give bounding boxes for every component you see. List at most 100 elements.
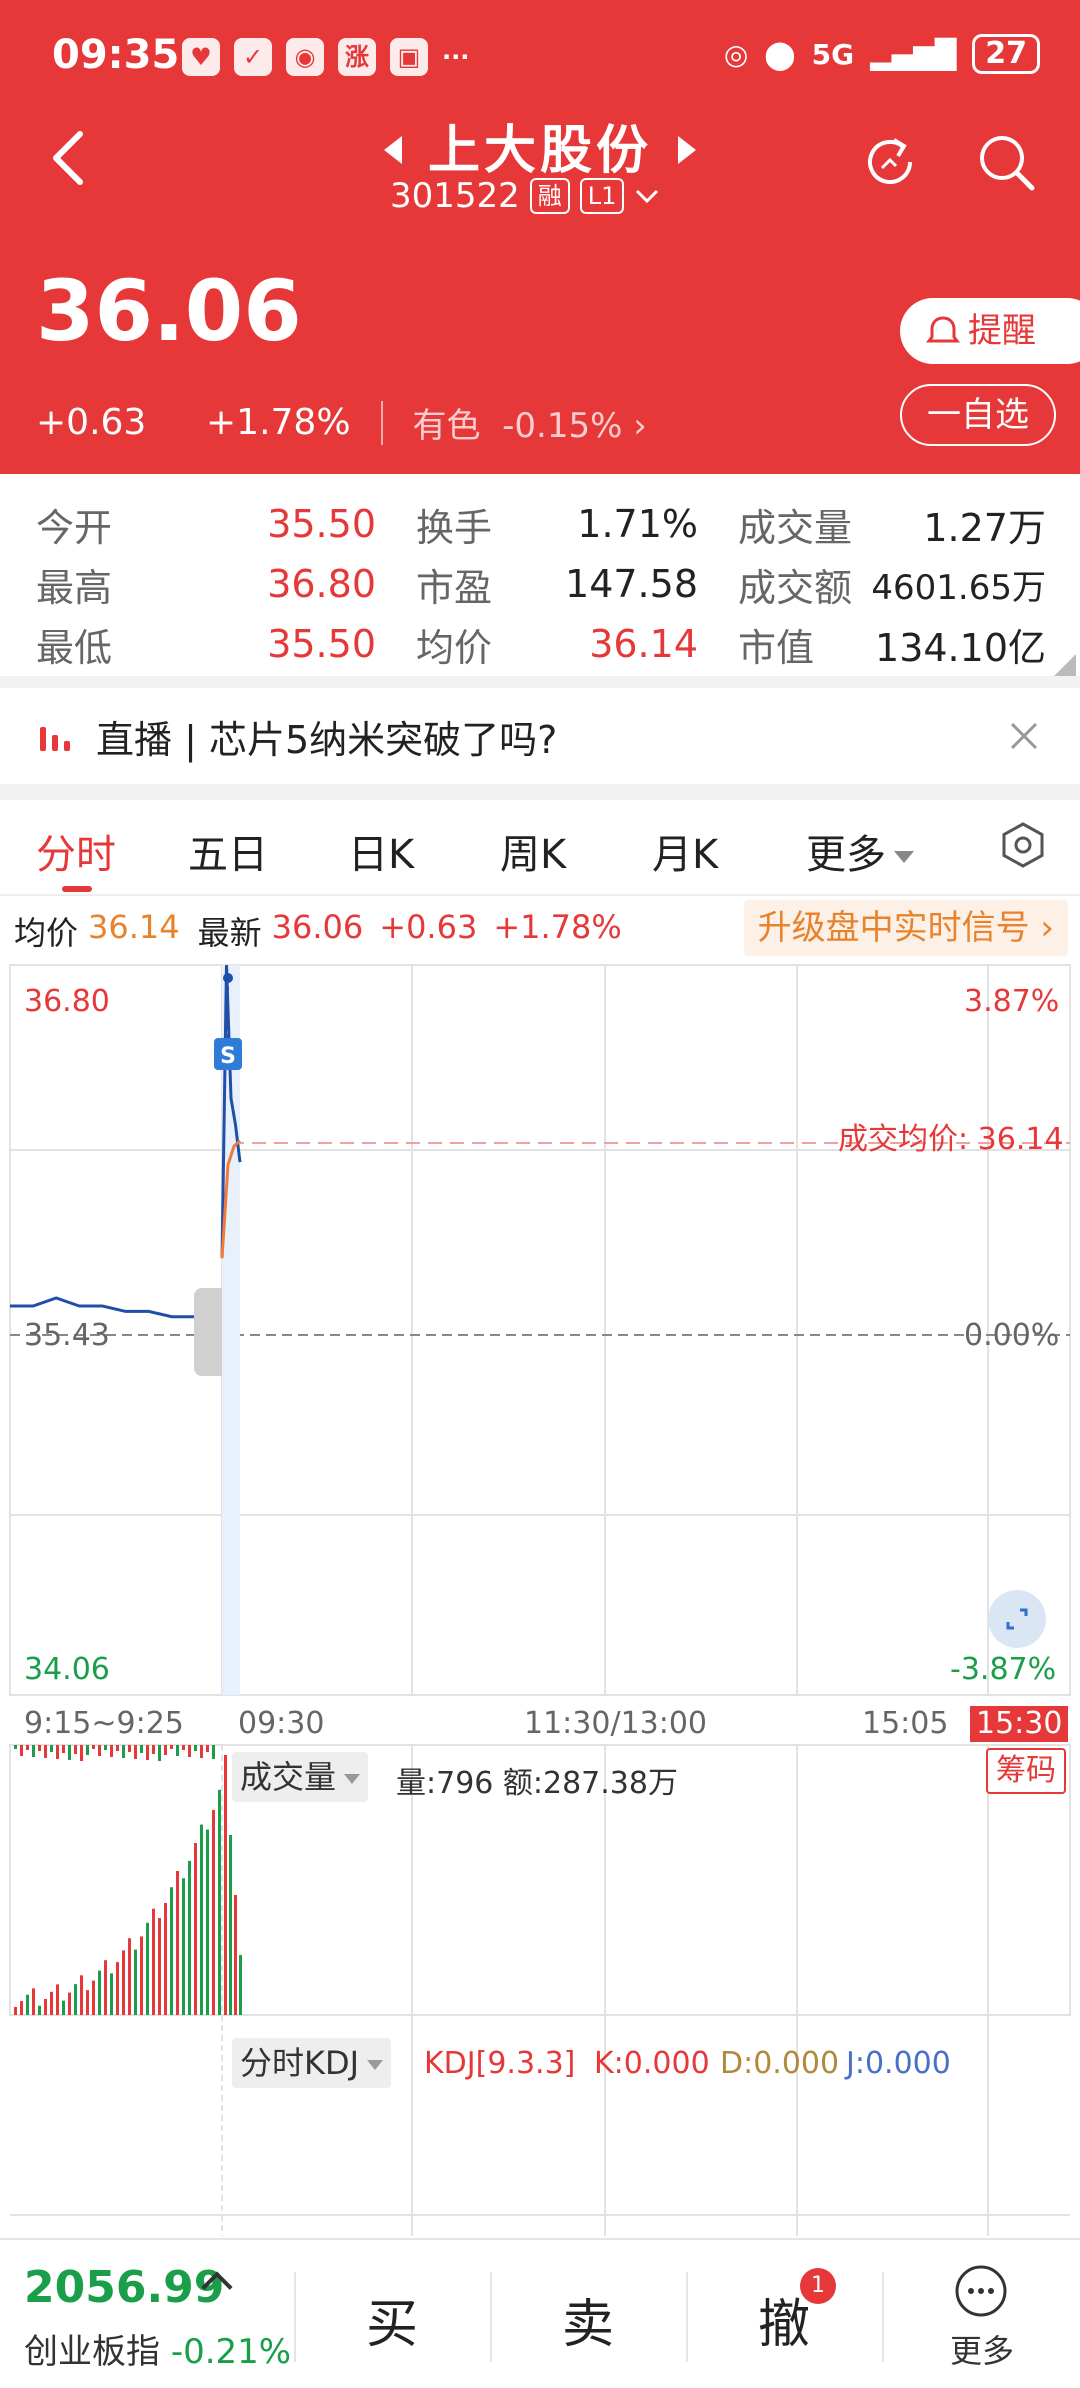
expand-stats-icon[interactable] bbox=[1054, 654, 1076, 676]
buy-button[interactable]: 买 bbox=[366, 2282, 418, 2357]
location-icon: ⬤ bbox=[764, 37, 796, 71]
divider bbox=[490, 2272, 492, 2362]
auction-bar bbox=[104, 1745, 107, 1750]
volume-bar bbox=[20, 2000, 23, 2015]
stats-row: 今开 35.50 换手 1.71% 成交量 1.27万 bbox=[36, 494, 1046, 554]
auction-bar bbox=[134, 1745, 137, 1759]
back-icon[interactable] bbox=[48, 128, 88, 188]
app-notification-icon: ✓ bbox=[234, 38, 272, 76]
volume-bar bbox=[218, 1789, 221, 2015]
margin-tag: 融 bbox=[529, 178, 570, 214]
network-label: 5G bbox=[811, 37, 855, 71]
search-icon[interactable] bbox=[974, 130, 1038, 194]
sell-button[interactable]: 卖 bbox=[562, 2282, 614, 2357]
pct-min-label: -3.87% bbox=[950, 1652, 1057, 1687]
volume-bars bbox=[14, 1745, 242, 2015]
tab-weekly-k[interactable]: 周K bbox=[500, 822, 566, 880]
auction-bar bbox=[14, 1745, 17, 1749]
auction-bar bbox=[74, 1745, 77, 1754]
preopen-price-line bbox=[10, 1296, 219, 1319]
time-label-1505: 15:05 bbox=[862, 1706, 949, 1741]
volume-indicator-select[interactable]: 成交量 bbox=[232, 1752, 369, 1802]
auction-bar bbox=[80, 1745, 83, 1761]
volume-bar bbox=[74, 1984, 77, 2015]
refresh-icon[interactable] bbox=[858, 130, 922, 194]
stat-value: 1.27万 bbox=[923, 505, 1046, 550]
volume-bar bbox=[134, 1949, 137, 2015]
more-label[interactable]: 更多 bbox=[950, 2326, 1014, 2372]
volume-bar bbox=[224, 1755, 227, 2015]
close-icon[interactable] bbox=[1004, 716, 1044, 756]
price-chart-frame bbox=[9, 964, 1071, 1696]
volume-bar bbox=[98, 1970, 101, 2015]
watchlist-button[interactable]: 一自选 bbox=[900, 384, 1056, 446]
volume-bar bbox=[116, 1962, 119, 2015]
volume-bar bbox=[234, 1895, 237, 2015]
kdj-params: KDJ[9.3.3] bbox=[424, 2046, 576, 2081]
stat-label: 换手 bbox=[416, 505, 493, 550]
volume-bar bbox=[146, 1922, 149, 2015]
volume-bar bbox=[38, 2005, 41, 2015]
next-stock-icon[interactable] bbox=[678, 136, 696, 164]
avg-value: 36.14 bbox=[88, 908, 180, 946]
current-price: 36.06 bbox=[36, 262, 302, 360]
volume-bar bbox=[194, 1843, 197, 2015]
volume-bar bbox=[92, 1980, 95, 2015]
chevron-down-icon bbox=[636, 189, 659, 204]
status-bar: 09:35 ♥ ✓ ◉ 涨 ▣ ··· ◎ ⬤ 5G ▂▄▆█ 27 bbox=[52, 28, 1040, 88]
auction-bar bbox=[56, 1745, 59, 1759]
caret-down-icon bbox=[367, 2060, 384, 2070]
stat-label: 市盈 bbox=[416, 565, 493, 610]
chips-button[interactable]: 筹码 bbox=[986, 1748, 1066, 1794]
stat-label: 成交量 bbox=[738, 505, 853, 550]
quote-info-row: 均价 36.14 最新 36.06 +0.63 +1.78% bbox=[14, 908, 622, 954]
volume-bar bbox=[110, 1973, 113, 2015]
volume-bar bbox=[56, 1984, 59, 2015]
divider bbox=[0, 676, 1080, 688]
stat-label: 均价 bbox=[416, 625, 493, 670]
kdj-k: K:0.000 bbox=[594, 2046, 710, 2081]
kdj-indicator-select[interactable]: 分时KDJ bbox=[232, 2038, 392, 2088]
auction-bar bbox=[92, 1745, 95, 1749]
auction-bar bbox=[68, 1745, 71, 1760]
volume-bar bbox=[68, 1992, 71, 2015]
notification-icons: ♥ ✓ ◉ 涨 ▣ ··· bbox=[182, 38, 469, 76]
auction-bar bbox=[152, 1745, 155, 1754]
volume-bar bbox=[206, 1829, 209, 2015]
alert-button[interactable]: 提醒 bbox=[900, 298, 1080, 364]
auction-bar bbox=[50, 1745, 53, 1752]
tab-five-day[interactable]: 五日 bbox=[188, 822, 268, 880]
y-max-label: 36.80 bbox=[24, 984, 110, 1019]
volume-bar bbox=[229, 1835, 232, 2015]
live-banner-text: 直播 | 芯片5纳米突破了吗? bbox=[96, 717, 558, 762]
auction-bar bbox=[62, 1745, 65, 1753]
volume-bar bbox=[86, 1990, 89, 2015]
tab-intraday[interactable]: 分时 bbox=[36, 822, 116, 880]
stat-value: 36.80 bbox=[267, 562, 376, 606]
chart-drag-handle[interactable] bbox=[194, 1288, 222, 1376]
live-banner[interactable]: 直播 | 芯片5纳米突破了吗? bbox=[0, 688, 1080, 784]
sector-link[interactable]: 有色 -0.15% › bbox=[413, 398, 647, 447]
stat-label: 最低 bbox=[36, 625, 113, 670]
index-value: 2056.99 bbox=[24, 2262, 225, 2313]
stats-grid: 今开 35.50 换手 1.71% 成交量 1.27万 最高 36.80 市盈 … bbox=[36, 494, 1046, 674]
fullscreen-icon[interactable] bbox=[988, 1590, 1046, 1648]
more-icon[interactable] bbox=[954, 2264, 1008, 2318]
stock-code-row[interactable]: 301522 融 L1 bbox=[390, 176, 660, 216]
tab-more[interactable]: 更多 bbox=[806, 822, 914, 880]
stat-value: 36.14 bbox=[589, 622, 698, 666]
auction-bar bbox=[86, 1745, 89, 1755]
y-min-label: 34.06 bbox=[24, 1652, 110, 1687]
volume-bar bbox=[140, 1936, 143, 2015]
avg-line-label: 成交均价: 36.14 bbox=[838, 1122, 1064, 1157]
volume-bar bbox=[182, 1878, 185, 2015]
auction-bar bbox=[194, 1745, 197, 1751]
settings-icon[interactable] bbox=[1000, 822, 1046, 868]
kdj-j: J:0.000 bbox=[846, 2046, 951, 2081]
tab-daily-k[interactable]: 日K bbox=[348, 822, 414, 880]
time-label-close: 15:30 bbox=[970, 1706, 1069, 1742]
tab-monthly-k[interactable]: 月K bbox=[652, 822, 718, 880]
upgrade-signal-button[interactable]: 升级盘中实时信号 › bbox=[743, 900, 1068, 956]
alert-label: 提醒 bbox=[968, 311, 1036, 351]
prev-stock-icon[interactable] bbox=[384, 136, 402, 164]
